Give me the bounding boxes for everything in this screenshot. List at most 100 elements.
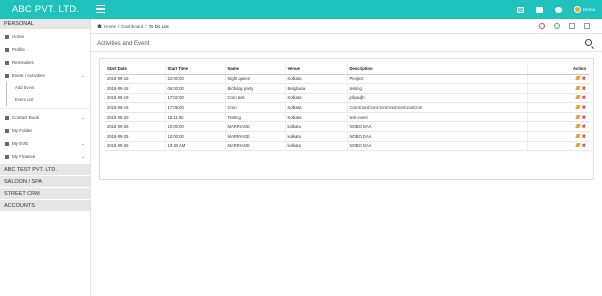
cell-start-date: 2018-09-15 [105,74,165,85]
address-book-icon [5,115,9,120]
sidebar-company-abc-test[interactable]: ABC TEST PVT. LTD. [0,163,90,175]
cell-description: NOBO DAA [346,121,527,133]
edit-icon[interactable] [575,76,581,81]
sidebar: PERSONAL Home Profile Reminders Event / … [0,19,91,296]
breadcrumb: Home / Dashboard / To Do List [91,19,602,34]
sidebar-company-street-crm[interactable]: STREET CRM [0,187,90,199]
sidebar-item-reminders[interactable]: Reminders [0,56,90,69]
delete-icon[interactable]: ✖ [582,125,586,130]
sidebar-item-label: Contact Book [12,115,40,120]
brand-logo[interactable]: ABC PVT. LTD. [0,0,91,19]
table-row: 2018-09-15 22:00:00 Night queen Kolkata Peoj… [105,74,590,85]
menu-toggle-icon[interactable] [96,5,105,13]
edit-icon[interactable] [575,114,581,119]
cell-start-date: 2018-09-19 [105,102,165,113]
edit-icon[interactable] [575,124,581,129]
table-row: 2018-09-25 10:00:00 MARRIAGE kolkata NOBO DA… [105,121,590,133]
sidebar-item-my-eve[interactable]: My EVE ⌄ [0,137,90,150]
breadcrumb-dashboard[interactable]: Dashboard [121,24,143,29]
breadcrumb-separator: / [145,23,147,29]
delete-icon[interactable]: ✖ [582,144,586,149]
delete-icon[interactable]: ✖ [582,106,586,111]
panel-header: Activities and Event [91,37,602,52]
record-icon[interactable] [539,23,545,29]
edit-icon[interactable] [575,133,581,138]
home-icon [5,34,9,39]
edit-icon[interactable] [575,105,581,110]
cell-action: ✖ [526,93,590,104]
notes-icon[interactable] [516,6,524,13]
edit-icon[interactable] [575,143,581,148]
delete-icon[interactable]: ✖ [582,115,586,120]
breadcrumb-home[interactable]: Home [104,24,116,29]
copy-icon[interactable] [584,23,590,29]
user-menu[interactable]: Demo [573,6,595,13]
cell-venue: kolkata [284,121,347,133]
cell-name: Testing [224,112,285,123]
cell-name: MARRIAGE [224,131,285,142]
cell-start-date: 2018-09-20 [105,112,165,123]
edit-icon[interactable] [575,95,581,100]
folder-icon [5,128,9,133]
user-icon [5,47,9,52]
edit-icon[interactable] [575,85,581,90]
cell-venue: Belgharia [284,83,347,94]
chat-icon[interactable] [554,6,562,13]
sidebar-item-home[interactable]: Home [0,30,90,43]
chevron-down-icon: ⌄ [81,115,85,120]
column-header-description[interactable]: Description [346,64,527,75]
top-navbar: ABC PVT. LTD. Demo [0,0,602,19]
cell-action: ✖ [526,131,590,142]
sidebar-item-label: Event / Activities [12,73,45,78]
cell-start-date: 2018-09-25 [105,131,165,142]
delete-icon[interactable]: ✖ [582,86,586,91]
cell-start-time: 10:30 AM [164,141,225,152]
cell-action: ✖ [526,83,590,94]
cell-name: MARRIAGE [224,121,285,133]
column-header-start-date[interactable]: Start Date [105,64,165,75]
sidebar-subitem-event-list[interactable]: Event List [6,94,90,106]
sidebar-item-my-folder[interactable]: My Folder [0,124,90,137]
cell-action: ✖ [526,121,590,133]
square-icon[interactable] [569,23,575,29]
cell-venue: kolkata [284,141,347,152]
column-header-name[interactable]: Name [224,64,285,75]
cell-venue: Kolkata [284,74,347,85]
sidebar-subitem-add-event[interactable]: Add Event [6,82,90,94]
chevron-down-icon: ⌄ [81,73,85,78]
sidebar-item-events[interactable]: Event / Activities ⌄ [0,69,90,82]
sidebar-company-accounts[interactable]: ACCOUNTS [0,199,90,211]
delete-icon[interactable]: ✖ [582,96,586,101]
cell-start-date: 2018-09-25 [105,121,165,133]
status-icon[interactable] [554,23,560,29]
cell-description: CronCronCronCronCronCronCronCron [346,102,527,113]
column-header-start-time[interactable]: Start Time [164,64,225,75]
delete-icon[interactable]: ✖ [582,134,586,139]
cell-start-date: 2018-09-19 [105,93,165,104]
cell-venue: Kolkata [284,102,347,113]
sidebar-item-profile[interactable]: Profile [0,43,90,56]
cell-description: testing [346,83,527,94]
cell-description: jdlyauljh [346,93,527,104]
cell-venue: Kolkata [284,93,347,104]
search-icon[interactable] [585,39,592,46]
chevron-down-icon: ⌄ [81,141,85,146]
cell-description: Peoject [346,74,527,85]
cell-name: Birthday party [224,83,285,94]
money-icon [5,141,9,146]
cell-start-date: 2018-09-18 [105,83,165,94]
avatar [573,6,581,13]
sidebar-item-my-finance[interactable]: My Finance ⌄ [0,150,90,163]
cell-action: ✖ [526,112,590,123]
table-row: 2018-09-25 10:30 AM MARRIAGE kolkata NOBO DA… [105,141,590,152]
cell-start-time: 10:00:00 [164,121,225,133]
column-header-venue[interactable]: Venue [284,64,347,75]
grid-icon[interactable] [535,6,543,13]
delete-icon[interactable]: ✖ [582,77,586,82]
sidebar-section-personal[interactable]: PERSONAL [0,19,90,30]
sidebar-company-saloon[interactable]: SALOON / SPA [0,175,90,187]
breadcrumb-separator: / [118,23,120,29]
page-title: Activities and Event [97,41,150,47]
sidebar-item-contact-book[interactable]: Contact Book ⌄ [0,111,90,124]
column-header-action: Action [526,64,590,75]
